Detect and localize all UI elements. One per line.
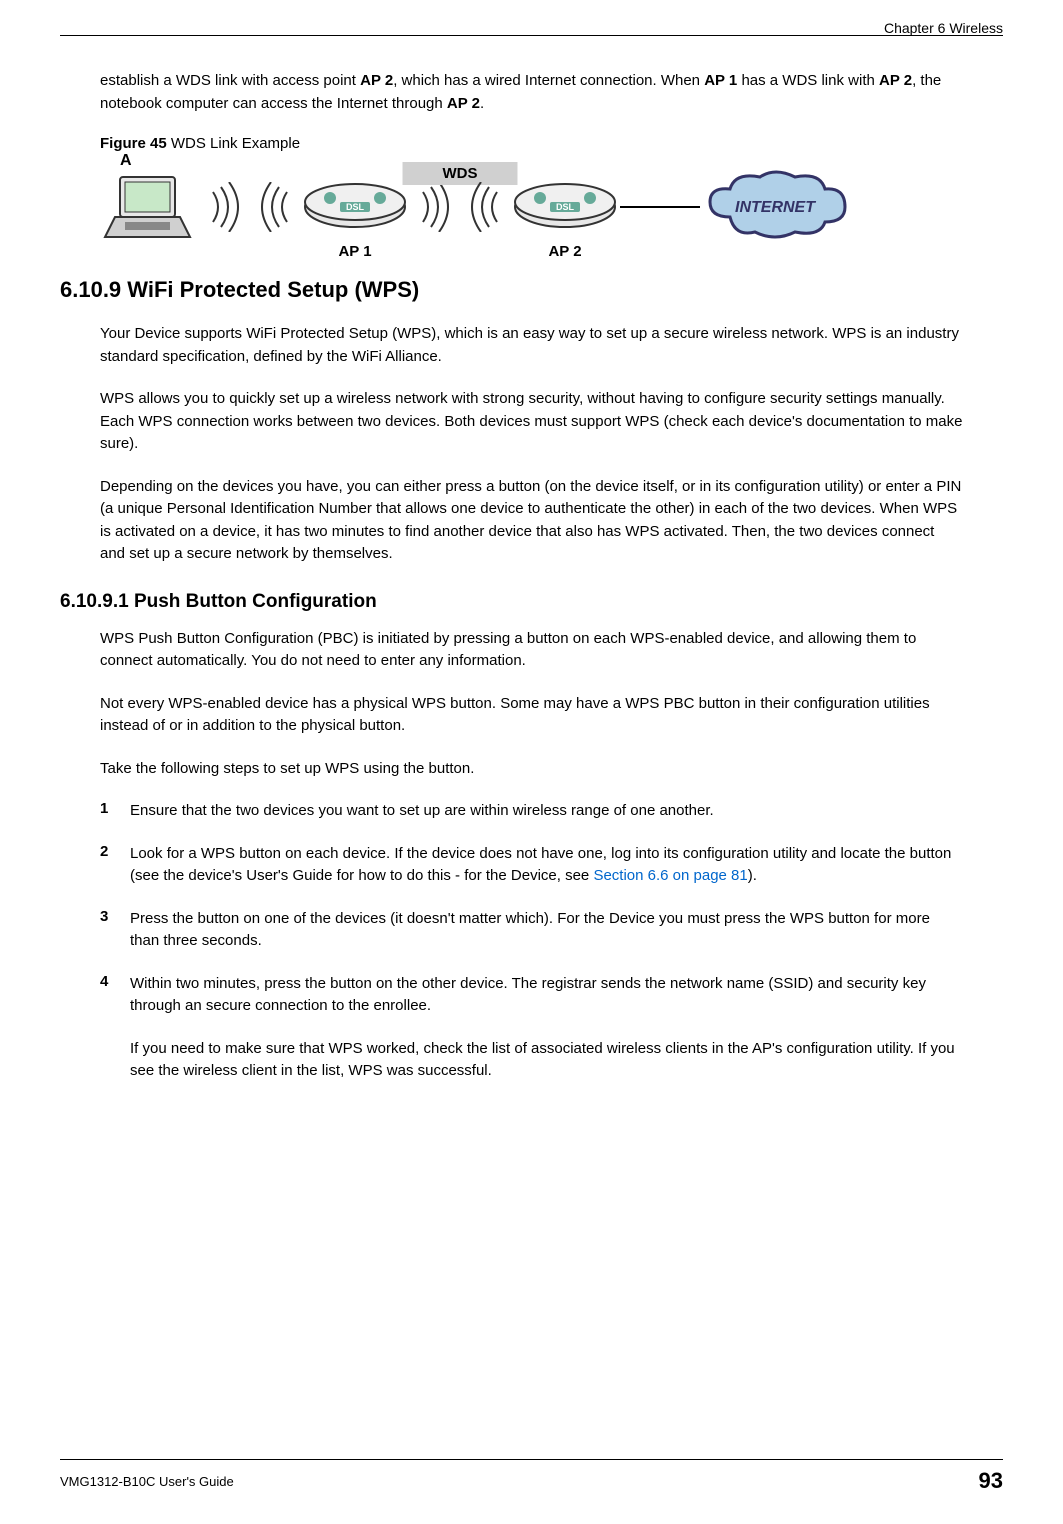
subsection-title: Push Button Configuration bbox=[129, 591, 377, 612]
figure-caption: Figure 45 WDS Link Example bbox=[100, 135, 963, 152]
wps-para-1: Your Device supports WiFi Protected Setu… bbox=[100, 323, 963, 368]
ethernet-wire bbox=[620, 206, 700, 208]
closing-paragraph: If you need to make sure that WPS worked… bbox=[130, 1038, 963, 1083]
text: . bbox=[480, 95, 484, 112]
wireless-wave-icon bbox=[205, 182, 245, 232]
wds-diagram: A WDS bbox=[100, 167, 963, 247]
wireless-wave-icon bbox=[465, 182, 505, 232]
step-number: 1 bbox=[100, 800, 130, 823]
svg-text:INTERNET: INTERNET bbox=[735, 199, 816, 216]
pbc-para-2: Not every WPS-enabled device has a physi… bbox=[100, 693, 963, 738]
pbc-para-1: WPS Push Button Configuration (PBC) is i… bbox=[100, 628, 963, 673]
page-content: establish a WDS link with access point A… bbox=[60, 70, 1003, 1083]
ap1-router-icon: DSL AP 1 bbox=[300, 180, 410, 235]
ap2-ref: AP 2 bbox=[879, 72, 912, 89]
wps-para-2: WPS allows you to quickly set up a wirel… bbox=[100, 388, 963, 456]
ap2-ref: AP 2 bbox=[360, 72, 393, 89]
ap2-router-icon: DSL AP 2 bbox=[510, 180, 620, 235]
internet-cloud-icon: INTERNET bbox=[700, 167, 850, 247]
svg-text:DSL: DSL bbox=[346, 202, 365, 212]
figure-title: WDS Link Example bbox=[167, 135, 300, 152]
intro-paragraph: establish a WDS link with access point A… bbox=[100, 70, 963, 115]
chapter-header: Chapter 6 Wireless bbox=[884, 20, 1003, 36]
ap2-ref: AP 2 bbox=[447, 95, 480, 112]
section-number: 6.10.9 bbox=[60, 277, 121, 302]
section-link[interactable]: Section 6.6 on page 81 bbox=[593, 867, 747, 884]
step-text: Within two minutes, press the button on … bbox=[130, 973, 963, 1018]
step-text: Look for a WPS button on each device. If… bbox=[130, 843, 963, 888]
label-a: A bbox=[120, 152, 132, 170]
router-group: WDS DSL AP 1 bbox=[300, 180, 620, 235]
text: Look for a WPS button on each device. If… bbox=[130, 845, 951, 885]
step-item: 1 Ensure that the two devices you want t… bbox=[100, 800, 963, 823]
text: ). bbox=[748, 867, 757, 884]
guide-name: VMG1312-B10C User's Guide bbox=[60, 1474, 234, 1489]
step-number: 4 bbox=[100, 973, 130, 1018]
page-footer: VMG1312-B10C User's Guide 93 bbox=[60, 1459, 1003, 1494]
step-item: 4 Within two minutes, press the button o… bbox=[100, 973, 963, 1018]
ap1-label: AP 1 bbox=[338, 243, 371, 260]
step-text: Press the button on one of the devices (… bbox=[130, 908, 963, 953]
section-heading: 6.10.9 WiFi Protected Setup (WPS) bbox=[60, 277, 963, 303]
wireless-wave-icon bbox=[255, 182, 295, 232]
step-list: 1 Ensure that the two devices you want t… bbox=[100, 800, 963, 1018]
step-text: Ensure that the two devices you want to … bbox=[130, 800, 714, 823]
subsection-number: 6.10.9.1 bbox=[60, 591, 129, 612]
step-number: 3 bbox=[100, 908, 130, 953]
text: establish a WDS link with access point bbox=[100, 72, 360, 89]
step-number: 2 bbox=[100, 843, 130, 888]
laptop-icon: A bbox=[100, 167, 200, 247]
header-divider bbox=[60, 35, 1003, 36]
wireless-wave-icon bbox=[415, 182, 455, 232]
page-number: 93 bbox=[979, 1468, 1003, 1494]
ap1-ref: AP 1 bbox=[704, 72, 737, 89]
svg-text:DSL: DSL bbox=[556, 202, 575, 212]
figure-label: Figure 45 bbox=[100, 135, 167, 152]
ap2-label: AP 2 bbox=[548, 243, 581, 260]
wps-para-3: Depending on the devices you have, you c… bbox=[100, 476, 963, 566]
step-item: 3 Press the button on one of the devices… bbox=[100, 908, 963, 953]
text: , which has a wired Internet connection.… bbox=[393, 72, 704, 89]
step-item: 2 Look for a WPS button on each device. … bbox=[100, 843, 963, 888]
subsection-heading: 6.10.9.1 Push Button Configuration bbox=[60, 591, 963, 613]
pbc-para-3: Take the following steps to set up WPS u… bbox=[100, 758, 963, 781]
section-title: WiFi Protected Setup (WPS) bbox=[121, 277, 419, 302]
text: has a WDS link with bbox=[737, 72, 879, 89]
